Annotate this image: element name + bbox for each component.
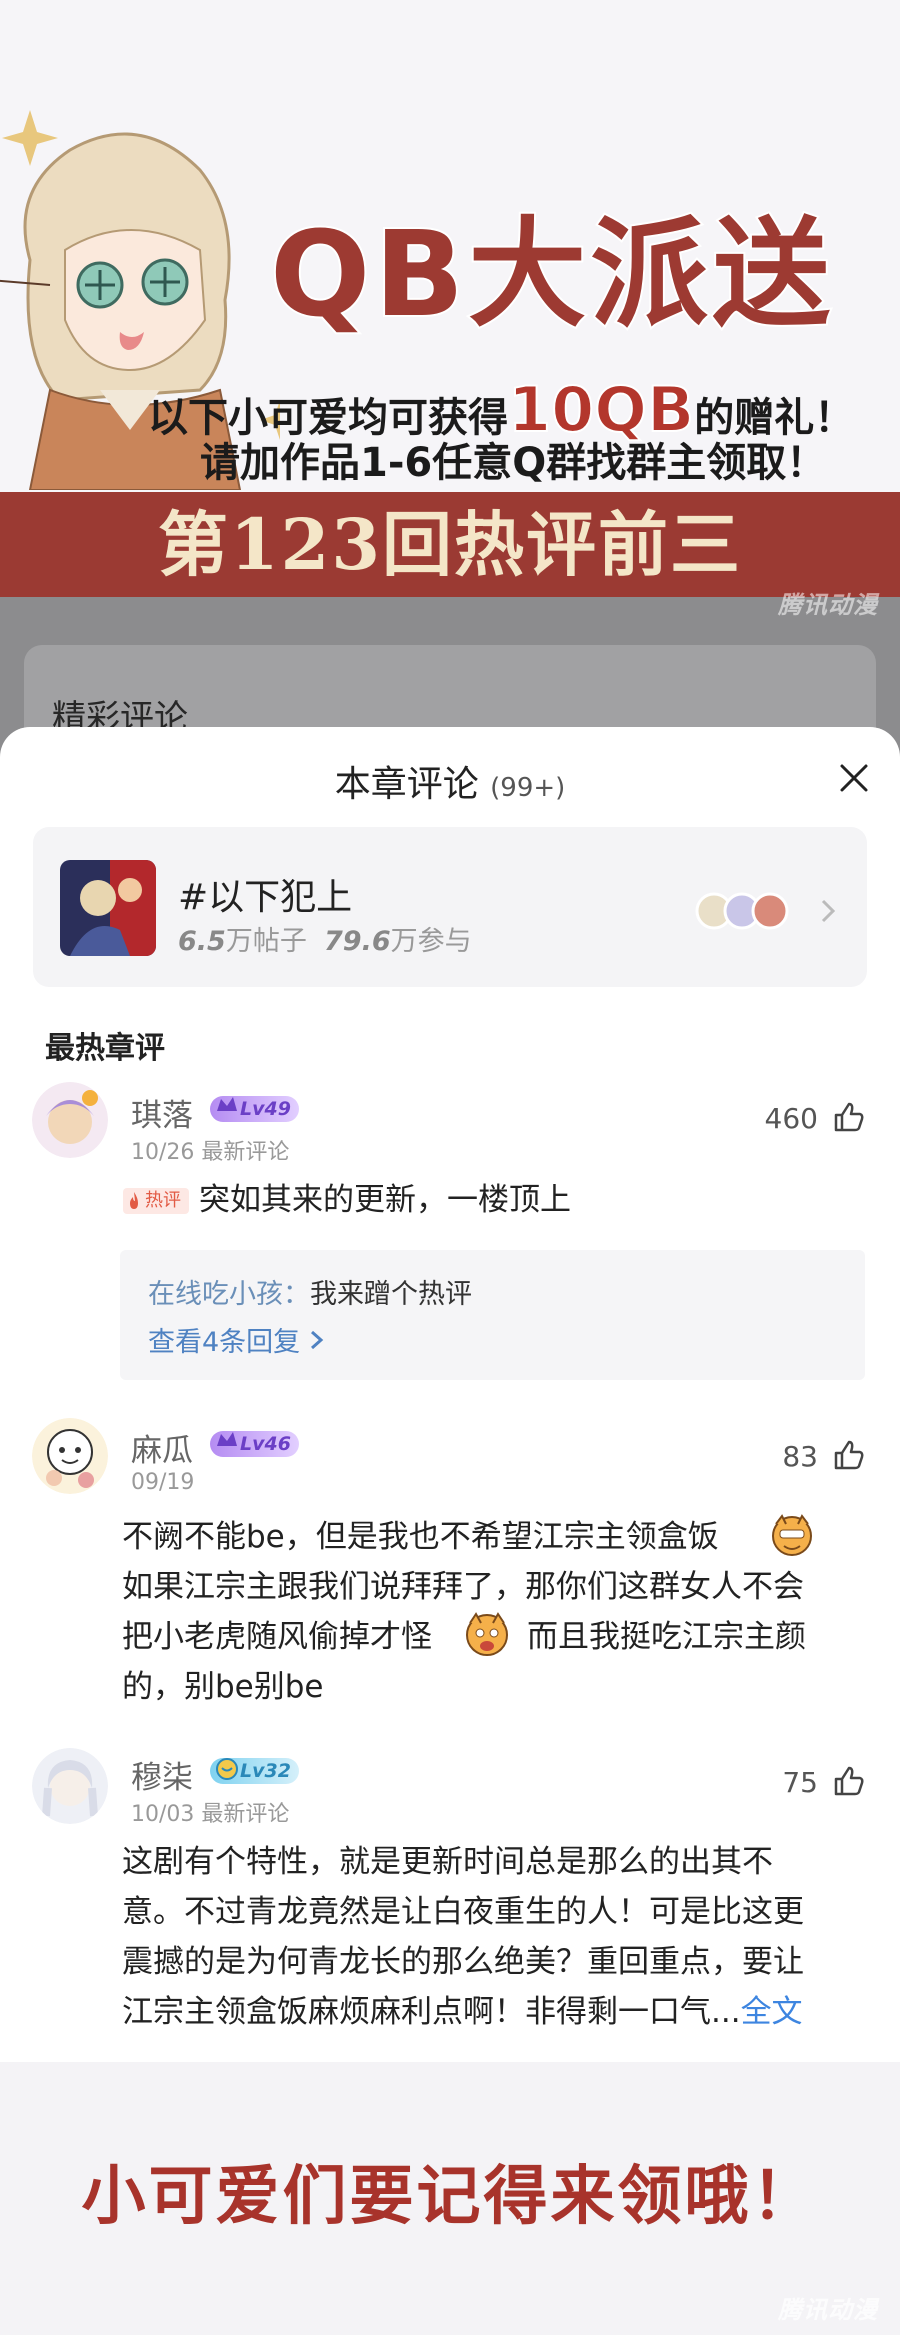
reply-line: 在线吃小孩：我来蹭个热评 bbox=[148, 1272, 472, 1311]
topic-participants-label: 万参与 bbox=[390, 926, 472, 957]
thumbs-up-icon[interactable] bbox=[832, 1764, 866, 1798]
level-badge: Lv49 bbox=[210, 1096, 299, 1122]
footer-reminder: 小可爱们要记得来领哦！ bbox=[81, 2160, 819, 2234]
tiger-emoji-icon bbox=[772, 1514, 812, 1556]
topic-participants-value: 79.6 bbox=[324, 926, 391, 957]
thumbs-up-icon[interactable] bbox=[832, 1100, 866, 1134]
close-icon[interactable] bbox=[836, 760, 872, 796]
topic-name: #以下犯上 bbox=[178, 877, 353, 918]
watermark-logo: 腾讯动漫 bbox=[778, 591, 878, 619]
red-band-title: 第123回热评前三 bbox=[157, 503, 743, 586]
comment-date: 10/26 bbox=[131, 1140, 195, 1165]
thumbs-up-icon[interactable] bbox=[832, 1438, 866, 1472]
level-icon bbox=[216, 1758, 238, 1780]
like-count: 460 bbox=[764, 1102, 818, 1135]
topic-posts-label: 万帖子 bbox=[225, 926, 307, 957]
level-badge: Lv46 bbox=[210, 1431, 299, 1457]
tiger-emoji-icon bbox=[466, 1612, 508, 1656]
comment-text-line: 这剧有个特性，就是更新时间总是那么的出其不 bbox=[122, 1844, 773, 1880]
comment-meta: 10/26 最新评论 bbox=[131, 1134, 289, 1166]
level-text: Lv46 bbox=[240, 1433, 291, 1455]
comment-text-line: 不阙不能be，但是我也不希望江宗主领盒饭 bbox=[122, 1519, 719, 1555]
chevron-right-icon bbox=[310, 1330, 324, 1350]
topic-stats: 6.5万帖子 79.6万参与 bbox=[178, 919, 472, 958]
comment-meta: 10/03 最新评论 bbox=[131, 1796, 289, 1828]
level-badge: Lv32 bbox=[210, 1758, 299, 1784]
level-icon bbox=[217, 1432, 237, 1446]
full-text-link[interactable]: 全文 bbox=[741, 1994, 803, 2030]
participant-avatars bbox=[695, 892, 789, 930]
sheet-title: 本章评论 bbox=[334, 764, 479, 805]
like-count: 75 bbox=[782, 1766, 818, 1799]
comment-text: 突如其来的更新，一楼顶上 bbox=[199, 1182, 571, 1218]
topic-cover-image bbox=[60, 860, 156, 956]
comment-username[interactable]: 麻瓜 bbox=[131, 1425, 193, 1470]
hot-comments-title: 最热章评 bbox=[45, 1031, 165, 1066]
level-text: Lv32 bbox=[240, 1760, 291, 1782]
chevron-right-icon bbox=[821, 899, 836, 923]
comment-username[interactable]: 穆柒 bbox=[131, 1752, 193, 1797]
comment-count: (99+) bbox=[490, 773, 566, 803]
comment-tag: 最新评论 bbox=[201, 1140, 290, 1165]
view-replies-label: 查看4条回复 bbox=[148, 1327, 301, 1358]
level-icon bbox=[217, 1097, 237, 1111]
hot-badge: 热评 bbox=[123, 1188, 189, 1214]
comment-text-line: 的，别be别be bbox=[122, 1669, 324, 1705]
comment-text-line: 把小老虎随风偷掉才怪 bbox=[122, 1619, 432, 1655]
comment-text-line: 而且我挺吃江宗主颜 bbox=[527, 1619, 806, 1655]
level-text: Lv49 bbox=[240, 1098, 291, 1120]
comment-text-line: 江宗主领盒饭麻烦麻利点啊！非得剩一口气...全文 bbox=[122, 1987, 803, 2037]
comment-date: 10/03 bbox=[131, 1802, 195, 1827]
topic-posts-value: 6.5 bbox=[178, 926, 226, 957]
promo-subline-instructions: 请加作品1-6任意Q群找群主领取！ bbox=[200, 440, 827, 486]
hot-badge-label: 热评 bbox=[145, 1190, 181, 1211]
avatar[interactable] bbox=[32, 1082, 108, 1158]
avatar[interactable] bbox=[32, 1418, 108, 1494]
comment-text-line: 如果江宗主跟我们说拜拜了，那你们这群女人不会 bbox=[122, 1569, 804, 1605]
comment-username[interactable]: 琪落 bbox=[131, 1090, 193, 1135]
promo-headline: QB大派送 bbox=[268, 205, 835, 343]
comment-text-truncated: 江宗主领盒饭麻烦麻利点啊！非得剩一口气... bbox=[122, 1994, 741, 2030]
sheet-header: 本章评论 (99+) bbox=[0, 755, 900, 807]
reply-username[interactable]: 在线吃小孩： bbox=[148, 1279, 310, 1310]
watermark-logo: 腾讯动漫 bbox=[778, 2296, 878, 2324]
comment-text-line: 震撼的是为何青龙长的那么绝美？重回重点，要让 bbox=[122, 1944, 804, 1980]
like-count: 83 bbox=[782, 1440, 818, 1473]
view-replies-link[interactable]: 查看4条回复 bbox=[148, 1320, 325, 1359]
flame-icon bbox=[130, 1192, 138, 1209]
comment-text-line: 意。不过青龙竟然是让白夜重生的人！可是比这更 bbox=[122, 1894, 804, 1930]
reply-text: 我来蹭个热评 bbox=[310, 1279, 472, 1310]
comment-date: 09/19 bbox=[131, 1470, 195, 1495]
reply-preview[interactable] bbox=[120, 1250, 865, 1380]
comment-tag: 最新评论 bbox=[201, 1802, 290, 1827]
avatar[interactable] bbox=[32, 1748, 108, 1824]
